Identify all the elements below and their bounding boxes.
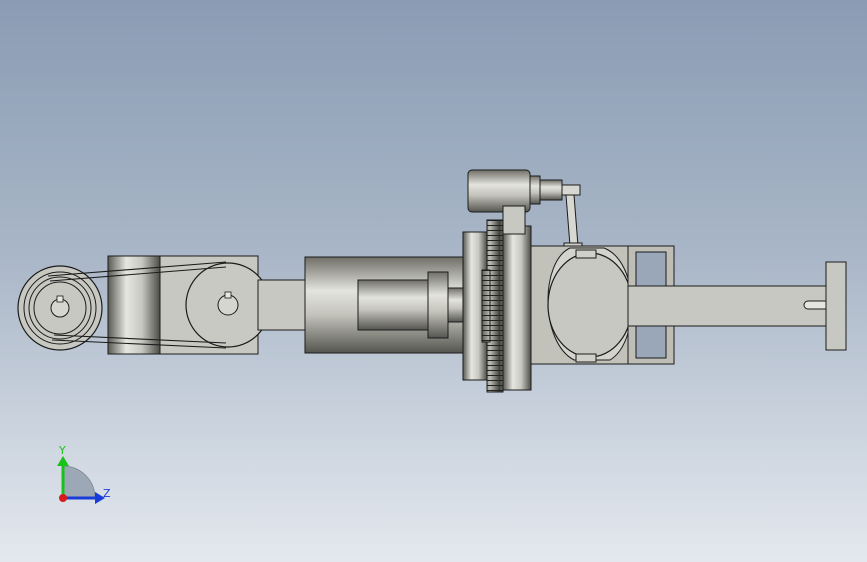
- cad-viewport[interactable]: Y Z: [0, 0, 867, 562]
- cylinder-body: [304, 256, 485, 354]
- assembly-drawing: Y Z: [17, 169, 847, 504]
- gear-assembly: [462, 219, 532, 393]
- orientation-triad: Y Z: [57, 444, 111, 504]
- y-axis-arrow: [57, 456, 69, 466]
- left-pulley: [17, 265, 103, 351]
- right-pulley: [185, 262, 271, 348]
- x-axis-dot: [59, 494, 67, 502]
- z-axis-label: Z: [103, 487, 111, 500]
- y-axis-label: Y: [58, 444, 66, 457]
- clamp-housing: [530, 245, 642, 365]
